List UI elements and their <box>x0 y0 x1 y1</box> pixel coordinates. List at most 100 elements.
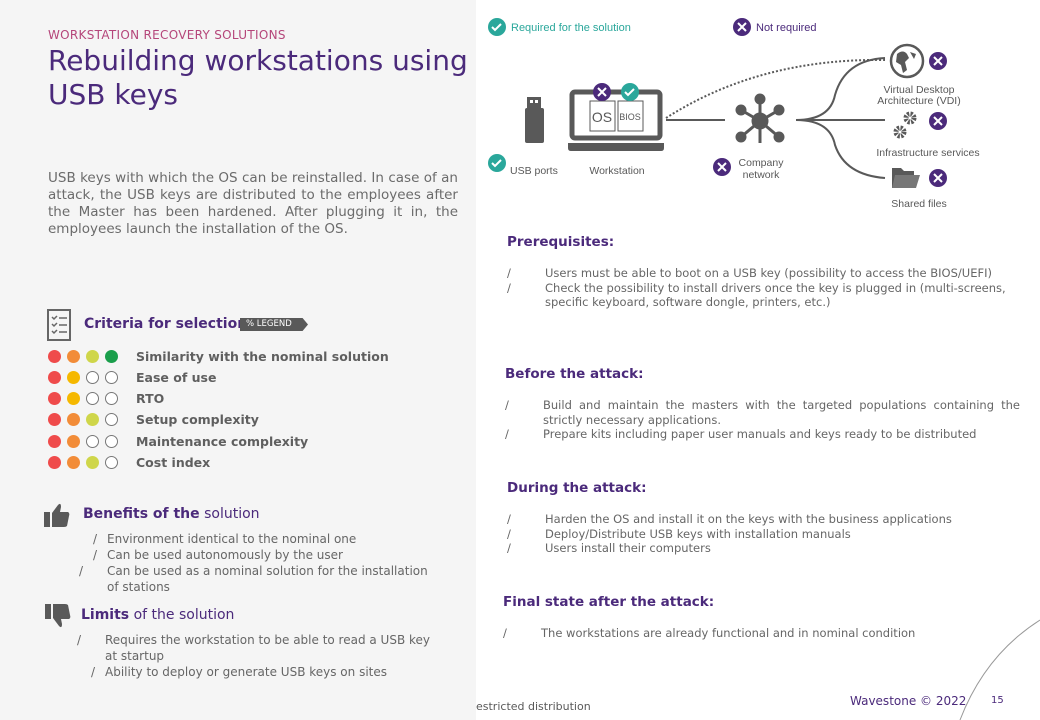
usb-ports-required-icon <box>488 154 506 172</box>
criteria-label: Similarity with the nominal solution <box>136 348 389 364</box>
usb-key-icon <box>525 97 544 143</box>
criteria-label: Maintenance complexity <box>136 433 309 449</box>
rating-dot <box>105 370 118 384</box>
rating-dot <box>67 455 80 469</box>
intro-text: USB keys with which the OS can be reinst… <box>48 170 458 237</box>
network-label-1: Company <box>739 157 785 169</box>
prerequisites-title: Prerequisites: <box>507 234 615 250</box>
before-attack-list: / Build and maintain the masters with the… <box>505 398 1020 442</box>
list-item: / Ability to deploy or generate USB keys … <box>91 665 387 679</box>
rating-dot <box>48 391 61 405</box>
list-item: / Can be used as a nominal solution for t… <box>79 564 428 594</box>
thumbs-up-icon <box>44 503 70 527</box>
criteria-row: RTO <box>48 388 164 408</box>
infra-label: Infrastructure services <box>876 147 979 159</box>
os-not-required-icon <box>593 83 611 101</box>
list-item: / Users install their computers <box>507 541 711 555</box>
rating-dot <box>48 412 61 426</box>
list-item: / Users must be able to boot on a USB key… <box>507 266 992 280</box>
infra-not-required-icon <box>929 112 947 130</box>
checklist-icon <box>47 309 71 341</box>
rating-dot <box>105 412 118 426</box>
bios-required-icon <box>621 83 639 101</box>
limits-title: Limits of the solution <box>81 607 235 623</box>
laptop-icon <box>568 89 664 151</box>
criteria-row: Cost index <box>48 452 210 472</box>
criteria-row: Setup complexity <box>48 409 259 429</box>
rating-dot <box>67 349 80 363</box>
bios-label: BIOS <box>619 112 641 122</box>
architecture-diagram: Required for the solution Not required O… <box>488 18 980 210</box>
rating-dot <box>67 391 80 405</box>
limits-list: / Requires the workstation to be able to … <box>77 632 436 680</box>
vdi-label-2: Architecture (VDI) <box>877 95 960 107</box>
rating-dot <box>67 434 80 448</box>
shared-label: Shared files <box>891 198 946 210</box>
thumbs-down-icon <box>45 604 71 628</box>
network-label-2: network <box>743 169 781 181</box>
rating-dot <box>48 434 61 448</box>
criteria-label: Cost index <box>136 454 211 470</box>
rating-dot <box>67 370 80 384</box>
during-attack-title: During the attack: <box>507 480 647 496</box>
copyright: Wavestone © 2022 <box>850 694 967 708</box>
rating-dot <box>86 455 99 469</box>
gears-icon <box>893 111 917 139</box>
legend-not-required-label: Not required <box>756 22 817 34</box>
rating-dot <box>86 412 99 426</box>
rating-dot <box>105 455 118 469</box>
rating-dot <box>86 391 99 405</box>
network-not-required-icon <box>713 158 731 176</box>
benefits-title: Benefits of the solution <box>83 506 260 522</box>
prerequisites-list: / Users must be able to boot on a USB key… <box>507 266 1019 310</box>
usb-ports-label: USB ports <box>510 165 558 177</box>
page-title: Rebuilding workstations using USB keys <box>48 44 468 111</box>
benefits-list: / Environment identical to the nominal on… <box>79 531 438 595</box>
list-item: / Can be used autonomously by the user <box>93 548 343 562</box>
not-required-legend-icon <box>733 18 751 36</box>
rating-dot <box>105 349 118 363</box>
rating-dot <box>86 434 99 448</box>
required-legend-icon <box>488 18 506 36</box>
rating-dot <box>48 370 61 384</box>
criteria-label: Setup complexity <box>136 411 259 427</box>
list-item: / Deploy/Distribute USB keys with install… <box>507 526 851 541</box>
criteria-row: Maintenance complexity <box>48 431 308 451</box>
criteria-title: Criteria for selection <box>84 316 248 332</box>
legend-label: LEGEND <box>256 319 292 329</box>
list-item: / Environment identical to the nominal on… <box>93 532 357 546</box>
workstation-label: Workstation <box>589 165 644 177</box>
during-attack-list: / Harden the OS and install it on the key… <box>507 512 1019 556</box>
rating-dot <box>48 455 61 469</box>
section-kicker: WORKSTATION RECOVERY SOLUTIONS <box>48 28 286 42</box>
rating-dot <box>48 349 61 363</box>
criteria-label: Ease of use <box>136 369 217 385</box>
before-attack-title: Before the attack: <box>505 366 644 382</box>
criteria-row: Ease of use <box>48 367 216 387</box>
list-item: / Prepare kits including paper user manua… <box>505 427 977 441</box>
rating-dot <box>86 349 99 363</box>
final-state-title: Final state after the attack: <box>503 594 715 610</box>
rating-dot <box>86 370 99 384</box>
list-item: / Build and maintain the masters with the… <box>505 398 1020 427</box>
rating-dot <box>67 412 80 426</box>
distribution-label: estricted distribution <box>476 700 591 713</box>
rating-dot <box>105 391 118 405</box>
page-number: 15 <box>991 695 1004 706</box>
list-item: / Harden the OS and install it on the key… <box>507 512 952 526</box>
vdi-not-required-icon <box>929 52 947 70</box>
criteria-label: RTO <box>136 390 165 406</box>
final-state-list: / The workstations are already functional… <box>503 626 1015 641</box>
list-item: / Requires the workstation to be able to … <box>77 633 431 663</box>
folder-icon <box>892 168 920 188</box>
globe-icon <box>889 43 925 79</box>
list-item: / Check the possibility to install driver… <box>507 280 1006 310</box>
os-label: OS <box>592 109 612 125</box>
shared-not-required-icon <box>929 169 947 187</box>
criteria-row: Similarity with the nominal solution <box>48 346 389 366</box>
list-item: / The workstations are already functional… <box>503 626 916 640</box>
legend-required-label: Required for the solution <box>511 22 631 34</box>
legend-button[interactable]: % LEGEND <box>240 318 308 331</box>
rating-dot <box>105 434 118 448</box>
link-icon: % <box>246 319 257 329</box>
